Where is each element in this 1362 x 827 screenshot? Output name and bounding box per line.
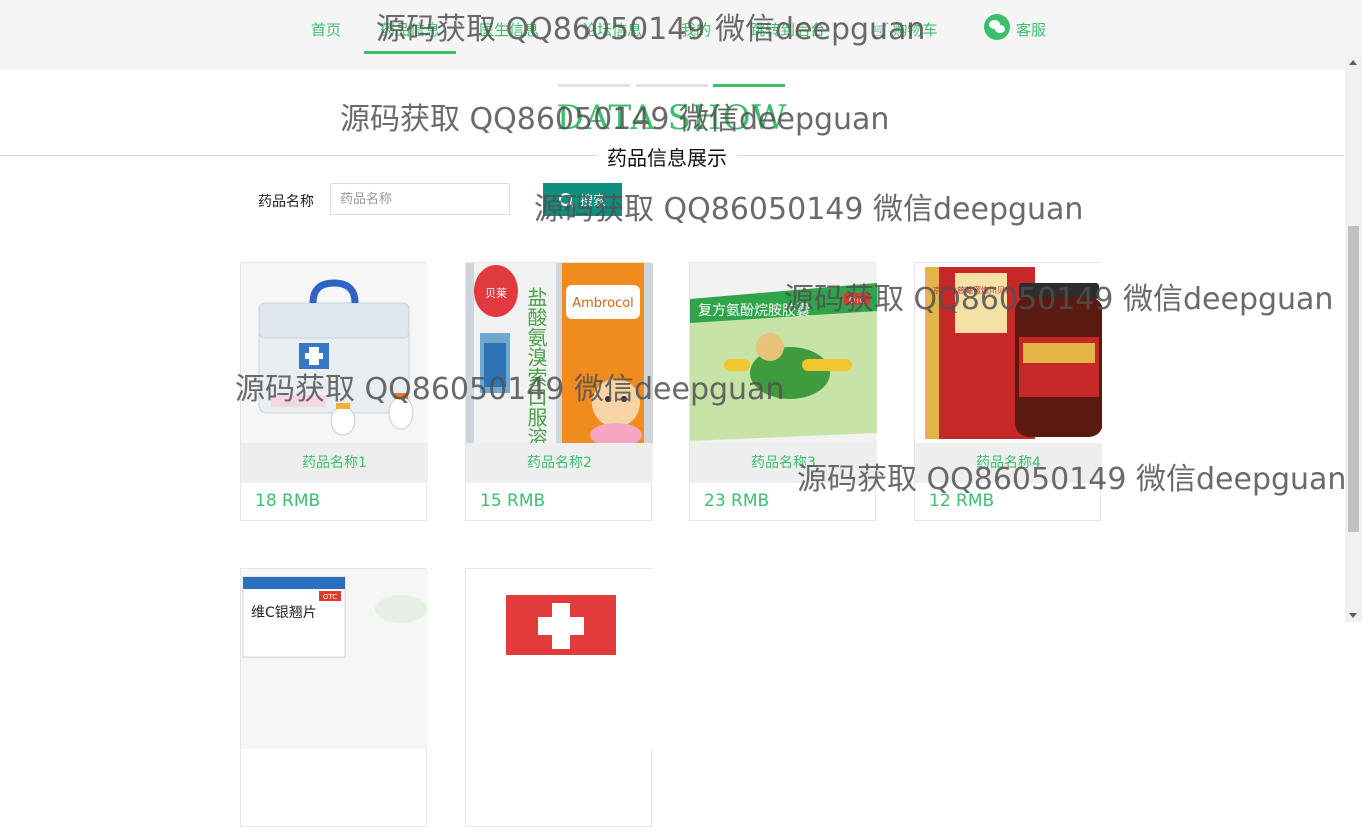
- search-input[interactable]: [330, 183, 510, 215]
- product-image-6: [466, 569, 653, 749]
- nav-medicine-info[interactable]: 药品信息: [364, 19, 457, 55]
- section-subtitle: 药品信息展示: [597, 142, 737, 171]
- product-card-1[interactable]: 药品名称1 18 RMB: [240, 262, 428, 521]
- product-image-4: 京都念慈菴蜜炼川贝枇杷膏: [915, 263, 1102, 443]
- p4-title: 京都念慈菴蜜炼川贝枇杷膏: [933, 285, 1029, 295]
- nav-backend[interactable]: 跳转到后台: [750, 19, 825, 55]
- product-price: 12 RMB: [929, 491, 995, 511]
- nav-cart-label: 购物车: [892, 21, 938, 39]
- product-card-6[interactable]: [465, 568, 653, 827]
- p5-otc: OTC: [323, 593, 337, 601]
- product-card-4[interactable]: 京都念慈菴蜜炼川贝枇杷膏 药品名称4 12 RMB: [914, 262, 1102, 521]
- product-name: 药品名称2: [466, 443, 653, 483]
- product-price: 15 RMB: [480, 491, 546, 511]
- search-icon: [558, 193, 572, 206]
- nav-forum-info[interactable]: 论坛信息: [582, 19, 642, 55]
- wechat-icon[interactable]: [984, 14, 1010, 40]
- product-image-1: [241, 263, 428, 443]
- product-name: 药品名称4: [915, 443, 1102, 483]
- page-scrollbar[interactable]: [1345, 56, 1362, 622]
- product-price: 18 RMB: [255, 491, 321, 511]
- nav-cart[interactable]: 🛒 购物车: [872, 19, 937, 55]
- nav-mine[interactable]: 我的: [681, 19, 711, 55]
- nav-medicine-info-label: 药品信息: [380, 21, 441, 39]
- p2-ambrocol: Ambrocol: [572, 296, 634, 311]
- search-label: 药品名称: [258, 194, 314, 210]
- product-image-3: 复方氨酚烷胺胶囊 OTC: [690, 263, 877, 443]
- product-card-3[interactable]: 复方氨酚烷胺胶囊 OTC 药品名称3 23 RMB: [689, 262, 877, 521]
- search-button[interactable]: 搜索: [543, 183, 622, 216]
- scroll-thumb[interactable]: [1348, 226, 1359, 532]
- product-image-2: 贝莱 盐酸氨溴索口服溶液 Ambrocol: [466, 263, 653, 443]
- product-name: 药品名称3: [690, 443, 877, 483]
- p3-box: 复方氨酚烷胺胶囊: [698, 302, 810, 319]
- nav-doctor-info[interactable]: 医生信息: [479, 19, 539, 55]
- p3-otc: OTC: [849, 296, 866, 305]
- product-price: 23 RMB: [704, 491, 770, 511]
- cart-icon: 🛒: [872, 23, 890, 39]
- nav-customer-service[interactable]: 客服: [1016, 19, 1046, 55]
- top-nav: 首页 药品信息 医生信息 论坛信息 我的 跳转到后台 🛒 购物车 客服: [0, 0, 1362, 70]
- product-image-5: 维C银翘片 OTC: [241, 569, 428, 749]
- product-name: 药品名称1: [241, 443, 428, 483]
- scroll-up-arrow-icon[interactable]: [1349, 60, 1357, 65]
- p2-brand: 贝莱: [485, 287, 507, 300]
- search-button-label: 搜索: [579, 193, 606, 208]
- product-card-5[interactable]: 维C银翘片 OTC: [240, 568, 428, 827]
- active-tab-underline: [364, 51, 457, 54]
- section-heading: DATA SHOW: [556, 98, 788, 138]
- p5-box: 维C银翘片: [251, 605, 317, 621]
- product-card-2[interactable]: 贝莱 盐酸氨溴索口服溶液 Ambrocol 药品名称2 15 RMB: [465, 262, 653, 521]
- nav-home[interactable]: 首页: [311, 19, 341, 55]
- scroll-down-arrow-icon[interactable]: [1349, 613, 1357, 618]
- p2-box: 盐酸氨溴索口服溶液: [524, 287, 548, 443]
